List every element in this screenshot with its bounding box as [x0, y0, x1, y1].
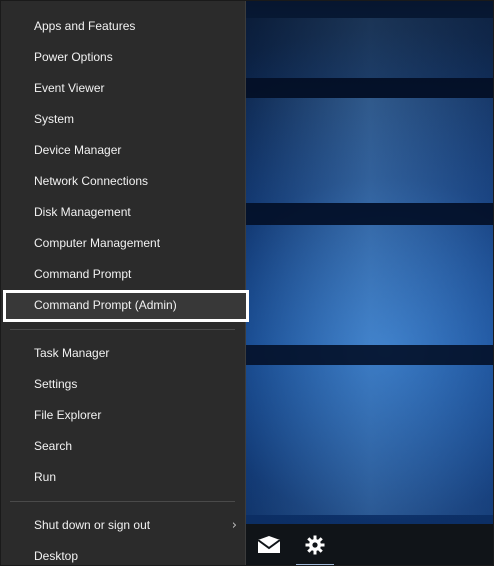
menu-item-power-options[interactable]: Power Options: [0, 42, 245, 73]
menu-item-desktop[interactable]: Desktop: [0, 541, 245, 566]
menu-separator: [10, 329, 235, 330]
menu-item-label: Power Options: [34, 50, 113, 64]
menu-item-label: Desktop: [34, 549, 79, 563]
menu-item-event-viewer[interactable]: Event Viewer: [0, 73, 245, 104]
menu-item-label: Disk Management: [34, 205, 131, 219]
menu-item-label: File Explorer: [34, 408, 102, 422]
wallpaper-dark-band: [240, 345, 494, 365]
menu-item-system[interactable]: System: [0, 104, 245, 135]
menu-item-disk-management[interactable]: Disk Management: [0, 197, 245, 228]
screen: Apps and Features Power Options Event Vi…: [0, 0, 494, 566]
menu-item-task-manager[interactable]: Task Manager: [0, 338, 245, 369]
menu-item-label: Run: [34, 470, 57, 484]
menu-item-apps-and-features[interactable]: Apps and Features: [0, 11, 245, 42]
menu-item-command-prompt[interactable]: Command Prompt: [0, 259, 245, 290]
wallpaper-light-band: [240, 98, 494, 203]
menu-item-label: Device Manager: [34, 143, 122, 157]
menu-item-label: Settings: [34, 377, 78, 391]
gear-icon[interactable]: [292, 524, 338, 566]
menu-item-label: Command Prompt (Admin): [34, 298, 177, 312]
wallpaper-dark-band: [240, 78, 494, 98]
menu-item-label: Search: [34, 439, 73, 453]
wallpaper-dark-band: [240, 203, 494, 225]
menu-item-label: Event Viewer: [34, 81, 105, 95]
winx-quick-link-menu: Apps and Features Power Options Event Vi…: [0, 0, 249, 566]
menu-item-settings[interactable]: Settings: [0, 369, 245, 400]
menu-separator: [10, 501, 235, 502]
menu-item-command-prompt-admin[interactable]: Command Prompt (Admin): [0, 290, 245, 321]
menu-item-network-connections[interactable]: Network Connections: [0, 166, 245, 197]
menu-item-label: Apps and Features: [34, 19, 136, 33]
wallpaper-light-band: [240, 225, 494, 345]
wallpaper-light-band: [240, 18, 494, 78]
chevron-right-icon: ›: [231, 518, 237, 533]
menu-item-label: Shut down or sign out: [34, 518, 151, 532]
menu-item-search[interactable]: Search: [0, 431, 245, 462]
menu-item-run[interactable]: Run: [0, 462, 245, 493]
menu-item-computer-management[interactable]: Computer Management: [0, 228, 245, 259]
menu-item-label: Computer Management: [34, 236, 161, 250]
menu-item-label: Network Connections: [34, 174, 149, 188]
menu-item-label: Command Prompt: [34, 267, 132, 281]
menu-item-label: Task Manager: [34, 346, 110, 360]
menu-item-device-manager[interactable]: Device Manager: [0, 135, 245, 166]
taskbar: [246, 524, 494, 566]
menu-item-file-explorer[interactable]: File Explorer: [0, 400, 245, 431]
menu-item-label: System: [34, 112, 75, 126]
wallpaper-light-band: [240, 365, 494, 515]
mail-icon[interactable]: [246, 524, 292, 566]
menu-item-shut-down-or-sign-out[interactable]: Shut down or sign out ›: [0, 510, 245, 541]
